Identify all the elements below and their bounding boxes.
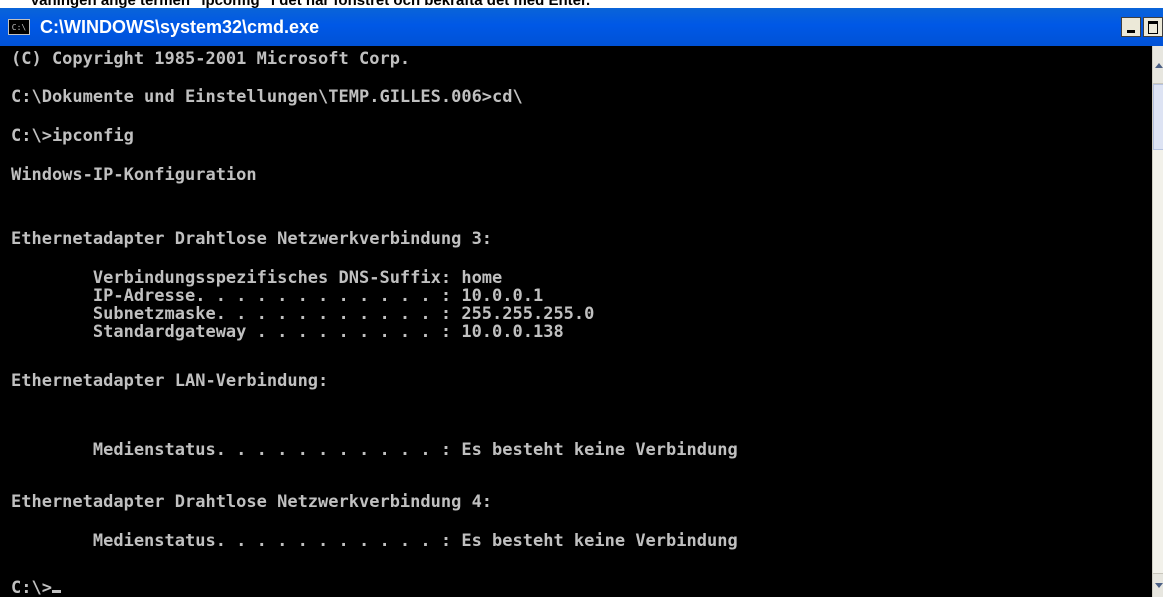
console-line-ip-address: IP-Adresse. . . . . . . . . . . . : 10.0… <box>11 286 544 306</box>
console-line-lan-media-status: Medienstatus. . . . . . . . . . . : Es b… <box>11 440 738 460</box>
console-line-adapter-4: Ethernetadapter Drahtlose Netzwerkverbin… <box>11 492 493 512</box>
console-line-lan-adapter: Ethernetadapter LAN-Verbindung: <box>11 371 329 391</box>
console-line-ip-config-heading: Windows-IP-Konfiguration <box>11 165 257 185</box>
console-line-subnet-mask: Subnetzmaske. . . . . . . . . . . : 255.… <box>11 304 595 324</box>
console-prompt: C:\> <box>11 578 52 597</box>
vertical-scrollbar[interactable] <box>1152 46 1163 597</box>
window-title: C:\WINDOWS\system32\cmd.exe <box>40 16 320 37</box>
console-output[interactable]: (C) Copyright 1985-2001 Microsoft Corp. … <box>0 46 1152 597</box>
cmd-window: C:\ C:\WINDOWS\system32\cmd.exe (C) Copy… <box>0 8 1163 597</box>
console-line-default-gateway: Standardgateway . . . . . . . . . : 10.0… <box>11 322 564 342</box>
window-controls <box>1121 17 1163 37</box>
console-line-ipconfig-command: C:\>ipconfig <box>11 126 134 146</box>
console-line-prompt: C:\> <box>11 578 61 597</box>
scroll-down-arrow-icon[interactable] <box>1153 573 1163 597</box>
console-line-adapter-4-media-status: Medienstatus. . . . . . . . . . . : Es b… <box>11 531 738 551</box>
console-line-adapter-3: Ethernetadapter Drahtlose Netzwerkverbin… <box>11 229 493 249</box>
maximize-icon[interactable] <box>1143 17 1163 37</box>
console-line-dns-suffix: Verbindungsspezifisches DNS-Suffix: home <box>11 268 503 288</box>
title-bar[interactable]: C:\ C:\WINDOWS\system32\cmd.exe <box>0 8 1163 46</box>
console-line-cd-command: C:\Dokumente und Einstellungen\TEMP.GILL… <box>11 87 523 107</box>
console-lines: (C) Copyright 1985-2001 Microsoft Corp. … <box>11 46 738 597</box>
console-line-copyright: (C) Copyright 1985-2001 Microsoft Corp. <box>11 49 411 69</box>
cmd-console-icon[interactable]: C:\ <box>8 19 30 35</box>
minimize-icon[interactable] <box>1121 17 1141 37</box>
scroll-up-arrow-icon[interactable] <box>1153 46 1163 84</box>
text-cursor <box>51 590 61 593</box>
scroll-thumb[interactable] <box>1153 84 1163 150</box>
